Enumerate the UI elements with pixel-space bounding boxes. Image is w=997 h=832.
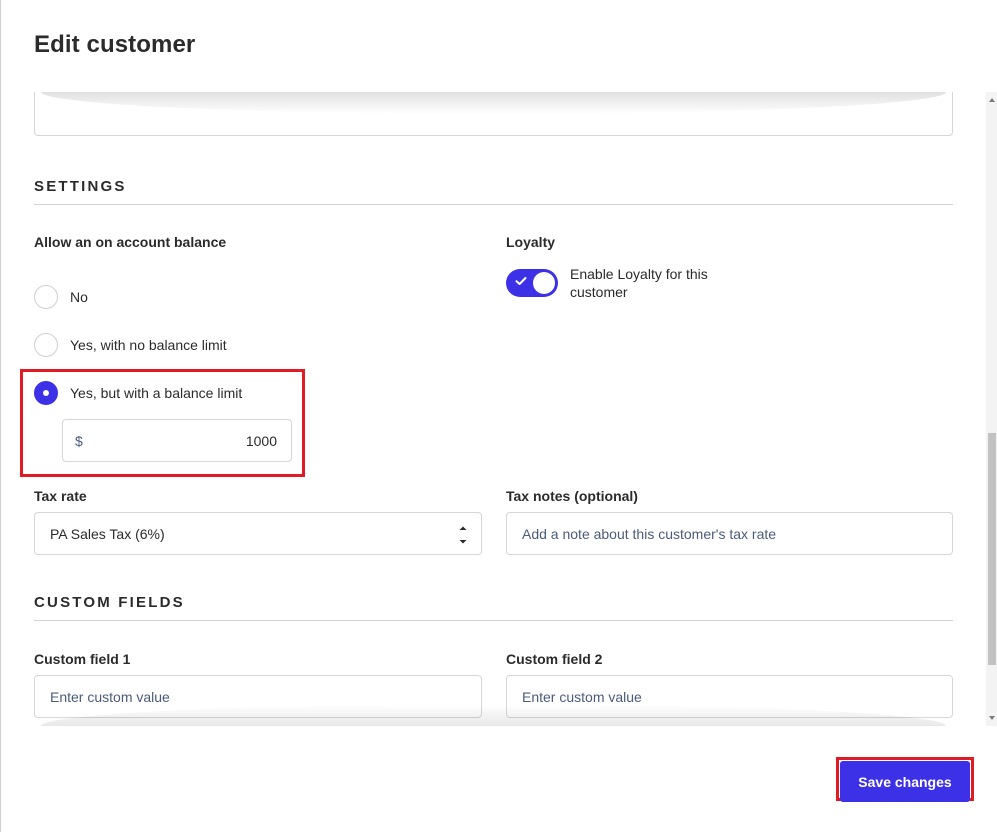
loyalty-toggle-label: Enable Loyalty for this customer [570, 266, 708, 300]
radio-button[interactable] [34, 285, 58, 309]
balance-label: Allow an on account balance [34, 234, 227, 250]
edit-customer-modal: Edit customer SETTINGS Allow an on accou… [0, 0, 997, 832]
currency-prefix: $ [75, 432, 83, 449]
tax-rate-select[interactable]: PA Sales Tax (6%) [34, 512, 482, 555]
balance-limit-input[interactable]: $ 1000 [62, 419, 292, 462]
balance-option-no[interactable]: No [34, 285, 88, 309]
scroll-down-arrow-icon[interactable] [988, 714, 996, 722]
previous-field-input[interactable] [34, 92, 953, 136]
scroll-up-arrow-icon[interactable] [988, 96, 996, 104]
save-changes-button[interactable]: Save changes [840, 761, 970, 802]
custom-field-2-input[interactable]: Enter custom value [506, 675, 953, 718]
custom-field-2-label: Custom field 2 [506, 651, 603, 667]
loyalty-label: Loyalty [506, 234, 556, 250]
tax-notes-input[interactable]: Add a note about this customer's tax rat… [506, 512, 953, 555]
custom-field-1-label: Custom field 1 [34, 651, 131, 667]
scrollbar-thumb[interactable] [988, 433, 996, 665]
radio-label: Yes, with no balance limit [70, 337, 227, 353]
toggle-knob [533, 272, 555, 294]
custom-fields-section-header: CUSTOM FIELDS [34, 594, 953, 621]
tax-notes-label: Tax notes (optional) [506, 488, 638, 504]
settings-section-header: SETTINGS [34, 178, 953, 205]
tax-rate-label: Tax rate [34, 488, 87, 504]
balance-limit-value: 1000 [245, 432, 277, 449]
custom-field-2-placeholder: Enter custom value [522, 688, 642, 705]
select-arrows-icon [459, 526, 467, 544]
loyalty-toggle[interactable] [506, 269, 558, 297]
balance-option-no-limit[interactable]: Yes, with no balance limit [34, 333, 227, 357]
custom-field-1-input[interactable]: Enter custom value [34, 675, 482, 718]
modal-scroll-area[interactable]: SETTINGS Allow an on account balance No … [1, 92, 997, 726]
radio-button[interactable] [34, 333, 58, 357]
modal-title: Edit customer [34, 31, 196, 58]
custom-field-1-placeholder: Enter custom value [50, 688, 170, 705]
check-icon [515, 277, 527, 285]
radio-label: No [70, 289, 88, 305]
tax-rate-value: PA Sales Tax (6%) [50, 525, 165, 542]
tax-notes-placeholder: Add a note about this customer's tax rat… [522, 525, 777, 542]
